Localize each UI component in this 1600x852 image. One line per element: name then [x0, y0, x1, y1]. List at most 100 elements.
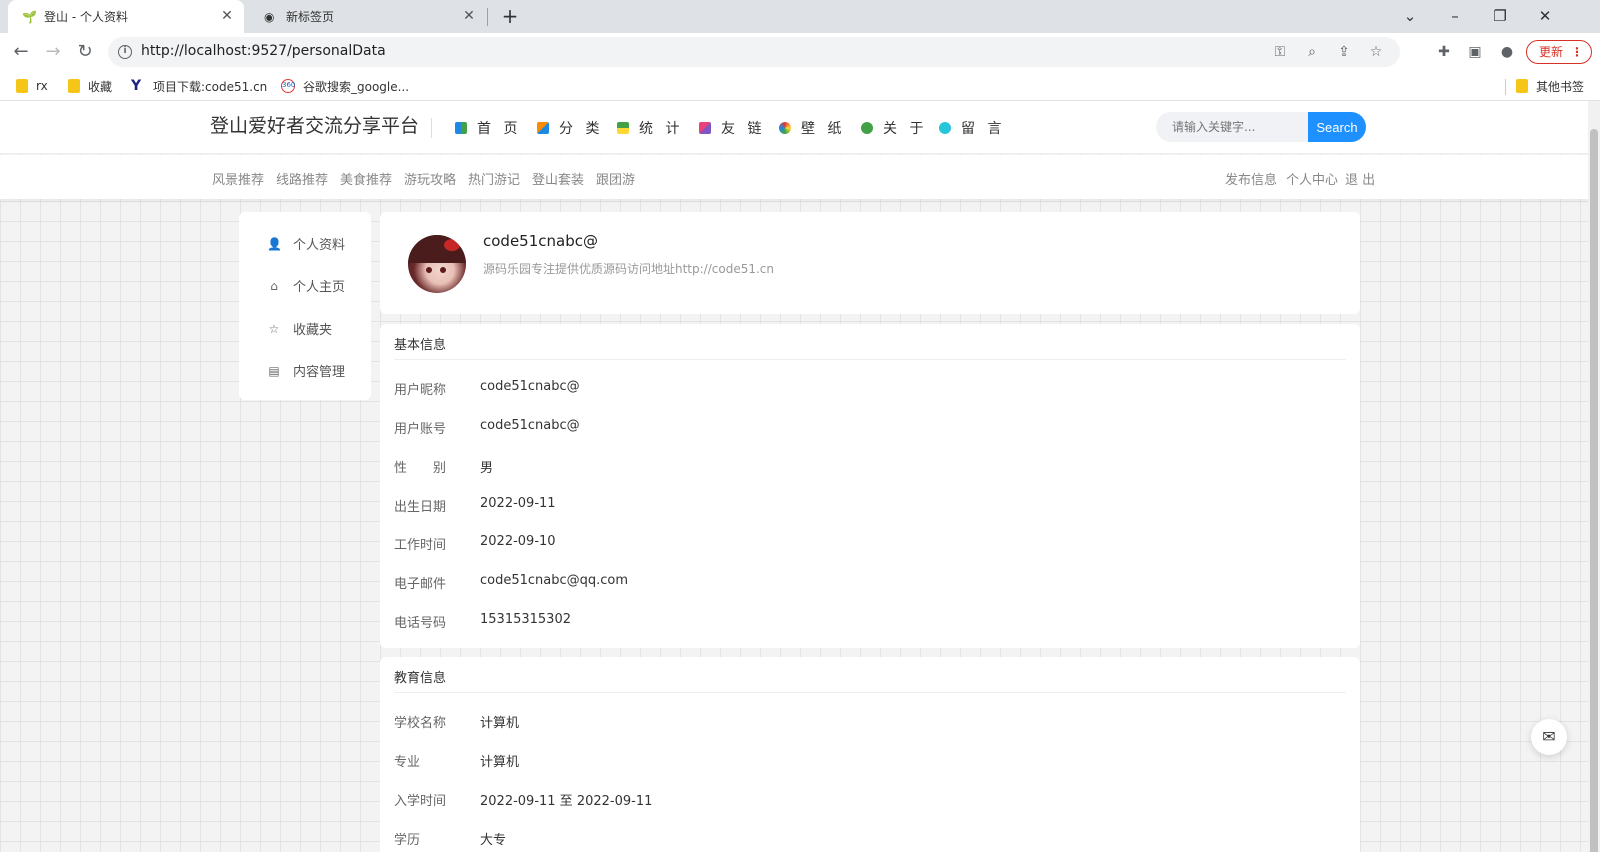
- field-row: 学历 大专: [394, 829, 506, 848]
- folder-icon: [68, 79, 80, 93]
- user-center-link[interactable]: 个人中心: [1286, 169, 1338, 188]
- publish-link[interactable]: 发布信息: [1225, 169, 1277, 188]
- field-value: 计算机: [480, 716, 520, 731]
- nav-message[interactable]: 留 言: [939, 118, 1005, 138]
- side-panel-icon[interactable]: ▣: [1465, 42, 1485, 62]
- side-item-favorites[interactable]: ☆ 收藏夹: [267, 319, 332, 339]
- new-tab-icon[interactable]: +: [500, 6, 520, 26]
- page-content: 登山爱好者交流分享平台 首 页 分 类 统 计 友 链 壁 纸 关 于 留 言: [0, 101, 1588, 852]
- key-icon[interactable]: ⚿: [1270, 42, 1290, 62]
- scrollbar[interactable]: [1588, 101, 1600, 852]
- nav-label: 友 链: [721, 121, 766, 137]
- field-label: 工作时间: [394, 538, 447, 553]
- subnav-routes[interactable]: 线路推荐: [276, 169, 328, 188]
- field-row: 用户账号 code51cnabc@: [394, 418, 580, 437]
- field-label: 专业: [394, 755, 421, 770]
- side-item-label: 个人资料: [293, 238, 346, 253]
- field-value: 15315315302: [480, 612, 571, 627]
- search-input[interactable]: [1156, 112, 1308, 142]
- subnav-scenery[interactable]: 风景推荐: [212, 169, 264, 188]
- profile-description: 源码乐园专注提供优质源码访问地址http://code51.cn: [483, 262, 774, 276]
- field-value: 男: [480, 461, 494, 476]
- side-item-content[interactable]: ▤ 内容管理: [267, 361, 345, 381]
- profile-icon[interactable]: ●: [1497, 42, 1517, 62]
- window-close-icon[interactable]: ✕: [1534, 5, 1556, 27]
- site-header: 登山爱好者交流分享平台 首 页 分 类 统 计 友 链 壁 纸 关 于 留 言: [0, 101, 1588, 154]
- subnav-group-tour[interactable]: 跟团游: [596, 169, 635, 188]
- bookmark-google-search[interactable]: 360 谷歌搜索_google...: [281, 77, 409, 95]
- about-icon: [861, 122, 873, 134]
- home-icon: [455, 122, 467, 134]
- subnav-food[interactable]: 美食推荐: [340, 169, 392, 188]
- nav-statistics[interactable]: 统 计: [617, 118, 683, 138]
- field-value: code51cnabc@: [480, 418, 580, 433]
- subnav-gear[interactable]: 登山套装: [532, 169, 584, 188]
- share-icon[interactable]: ⇪: [1334, 42, 1354, 62]
- close-icon[interactable]: ✕: [220, 9, 234, 23]
- bookmark-rx[interactable]: rx: [16, 77, 48, 95]
- site-title[interactable]: 登山爱好者交流分享平台: [210, 111, 419, 138]
- extensions-icon[interactable]: ✚: [1434, 42, 1454, 62]
- reload-icon[interactable]: ↻: [74, 41, 96, 63]
- nav-links[interactable]: 友 链: [699, 118, 765, 138]
- subnav-guides[interactable]: 游玩攻略: [404, 169, 456, 188]
- close-icon[interactable]: ✕: [462, 9, 476, 23]
- restore-icon[interactable]: ❐: [1489, 5, 1511, 27]
- avatar-bow: [444, 239, 460, 251]
- tab-personal-data[interactable]: 🌱 登山 - 个人资料 ✕: [8, 0, 244, 33]
- info-icon[interactable]: i: [118, 45, 132, 59]
- 360-logo-icon: 360: [281, 79, 295, 93]
- bookmark-code51[interactable]: Y 项目下载:code51.cn: [131, 77, 267, 95]
- star-outline-icon: ☆: [268, 321, 280, 336]
- card-title: 基本信息: [394, 338, 447, 353]
- logout-link[interactable]: 退 出: [1345, 169, 1375, 188]
- profile-card: code51cnabc@ 源码乐园专注提供优质源码访问地址http://code…: [380, 212, 1360, 314]
- url-text[interactable]: http://localhost:9527/personalData: [141, 43, 386, 59]
- field-row: 工作时间 2022-09-10: [394, 534, 556, 553]
- bookmark-other[interactable]: 其他书签: [1516, 77, 1584, 95]
- nav-wallpaper[interactable]: 壁 纸: [779, 118, 845, 138]
- bookmark-favorites[interactable]: 收藏: [68, 77, 112, 95]
- site-icon: 🌱: [22, 10, 37, 24]
- forward-arrow-icon[interactable]: →: [42, 41, 64, 63]
- heart-icon: [699, 122, 711, 134]
- nav-label: 关 于: [883, 121, 928, 137]
- update-button[interactable]: 更新 ⋮: [1526, 40, 1592, 64]
- search-button[interactable]: Search: [1308, 112, 1366, 142]
- y-logo-icon: Y: [131, 78, 142, 94]
- mail-icon[interactable]: ✉: [1531, 719, 1567, 755]
- field-row: 电话号码 15315315302: [394, 612, 571, 631]
- side-item-profile[interactable]: 👤 个人资料: [267, 234, 346, 254]
- field-label: 电子邮件: [394, 577, 447, 592]
- card-title: 教育信息: [394, 671, 447, 686]
- nav-home[interactable]: 首 页: [455, 118, 521, 138]
- field-value: code51cnabc@: [480, 379, 580, 394]
- home-outline-icon: ⌂: [270, 278, 278, 293]
- back-arrow-icon[interactable]: ←: [10, 41, 32, 63]
- folder-icon: [1516, 79, 1528, 93]
- avatar[interactable]: [408, 235, 466, 293]
- field-row: 入学时间 2022-09-11 至 2022-09-11: [394, 790, 652, 809]
- address-bar[interactable]: i http://localhost:9527/personalData ⚿ ⌕…: [108, 37, 1400, 67]
- tab-new-tab[interactable]: ◉ 新标签页 ✕: [250, 0, 486, 33]
- browser-tabbar: 🌱 登山 - 个人资料 ✕ ◉ 新标签页 ✕ + ⌄ – ❐ ✕: [0, 0, 1600, 33]
- minimize-icon[interactable]: –: [1444, 5, 1466, 27]
- zoom-icon[interactable]: ⌕: [1302, 42, 1322, 62]
- star-icon[interactable]: ☆: [1366, 42, 1386, 62]
- header-divider: [431, 118, 432, 138]
- field-row: 用户昵称 code51cnabc@: [394, 379, 580, 398]
- scrollbar-thumb[interactable]: [1590, 129, 1598, 852]
- bookmark-separator: [1505, 79, 1506, 95]
- avatar-eye: [426, 267, 432, 273]
- more-vert-icon: ⋮: [1571, 45, 1583, 59]
- tab-title: 新标签页: [286, 10, 335, 24]
- nav-category[interactable]: 分 类: [537, 118, 603, 138]
- nav-label: 首 页: [477, 121, 522, 137]
- subnav-travelogues[interactable]: 热门游记: [468, 169, 520, 188]
- chevron-down-icon[interactable]: ⌄: [1399, 5, 1421, 27]
- field-value: 大专: [480, 833, 507, 848]
- nav-about[interactable]: 关 于: [861, 118, 927, 138]
- side-item-homepage[interactable]: ⌂ 个人主页: [267, 276, 345, 296]
- field-value: 2022-09-11 至 2022-09-11: [480, 794, 653, 809]
- field-label: 学校名称: [394, 716, 447, 731]
